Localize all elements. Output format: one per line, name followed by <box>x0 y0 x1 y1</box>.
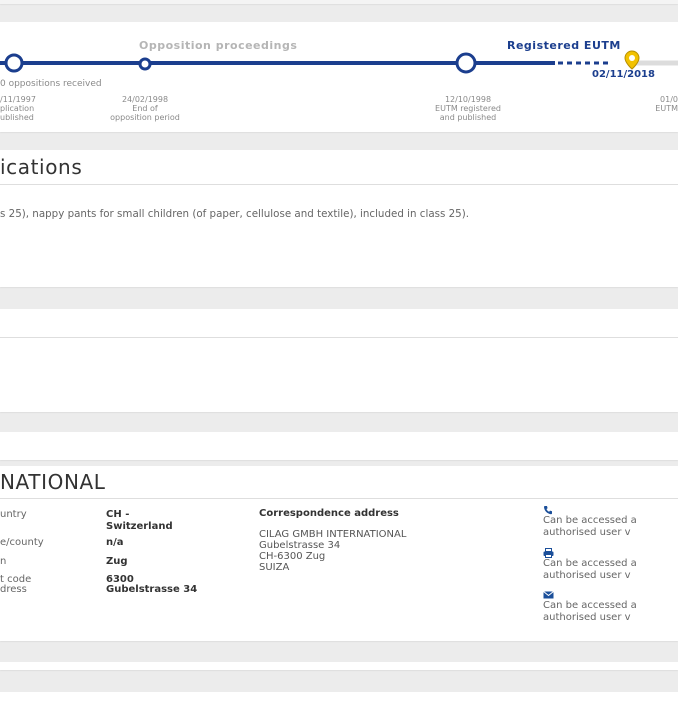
top-strip <box>0 0 678 4</box>
event-date: /11/1997 <box>0 95 36 104</box>
fax-icon <box>543 548 554 558</box>
empty-section-body <box>0 338 678 412</box>
email-icon <box>543 591 554 599</box>
event-publication: /11/1997 plication ublished <box>0 95 40 122</box>
correspondence-title: Correspondence address <box>259 508 399 519</box>
event-line2: ublished <box>0 113 34 122</box>
email-access-text: Can be accessed a authorised user v <box>543 600 637 623</box>
classifications-title: ications <box>0 155 83 179</box>
empty-section <box>0 692 678 728</box>
empty-section-header <box>0 309 678 337</box>
timeline-node-opposition-end <box>138 57 152 71</box>
timeline-node-publication <box>4 53 24 73</box>
owner-header: NATIONAL <box>0 466 678 498</box>
address-value: Gubelstrasse 34 <box>106 584 198 595</box>
classifications-body: s 25), nappy pants for small children (o… <box>0 185 678 287</box>
classifications-header: ications <box>0 150 678 184</box>
event-registered: 12/10/1998 EUTM registered and published <box>403 95 533 122</box>
event-line2: opposition period <box>110 113 180 122</box>
timeline-track <box>0 50 678 74</box>
current-date-label: 02/11/2018 <box>592 69 655 80</box>
address-label: dress <box>0 584 27 595</box>
event-future: 01/0 EUTM <box>630 95 678 113</box>
country-value: CH - Switzerland <box>106 509 173 532</box>
event-line1: plication <box>0 104 35 113</box>
owner-title: NATIONAL <box>0 470 106 494</box>
timeline-node-registered <box>455 52 477 74</box>
state-county-value: n/a <box>106 537 124 548</box>
town-value: Zug <box>106 556 128 567</box>
event-date: 12/10/1998 <box>444 95 492 104</box>
event-date: 24/02/1998 <box>121 95 169 104</box>
empty-section-header <box>0 432 678 460</box>
empty-section <box>0 662 678 670</box>
timeline-card: Opposition proceedings Registered EUTM 0… <box>0 22 678 132</box>
state-county-label: e/county <box>0 537 44 548</box>
country-label: untry <box>0 509 27 520</box>
event-line2: and published <box>439 113 497 122</box>
event-line1: EUTM registered <box>435 104 501 113</box>
correspondence-address: CILAG GMBH INTERNATIONAL Gubelstrasse 34… <box>259 529 407 573</box>
classification-text: s 25), nappy pants for small children (o… <box>0 208 470 220</box>
current-date-marker-icon <box>624 50 640 70</box>
fax-access-text: Can be accessed a authorised user v <box>543 558 637 581</box>
event-date: 01/0 <box>660 95 678 104</box>
event-line1: EUTM <box>655 104 678 113</box>
event-opposition-end: 24/02/1998 End of opposition period <box>80 95 210 122</box>
owner-body: untry CH - Switzerland e/county n/a n Zu… <box>0 499 678 641</box>
phone-icon <box>544 506 552 515</box>
phone-access-text: Can be accessed a authorised user v <box>543 515 637 538</box>
oppositions-received-text: 0 oppositions received <box>0 79 102 89</box>
event-line1: End of <box>132 104 158 113</box>
town-label: n <box>0 556 7 567</box>
